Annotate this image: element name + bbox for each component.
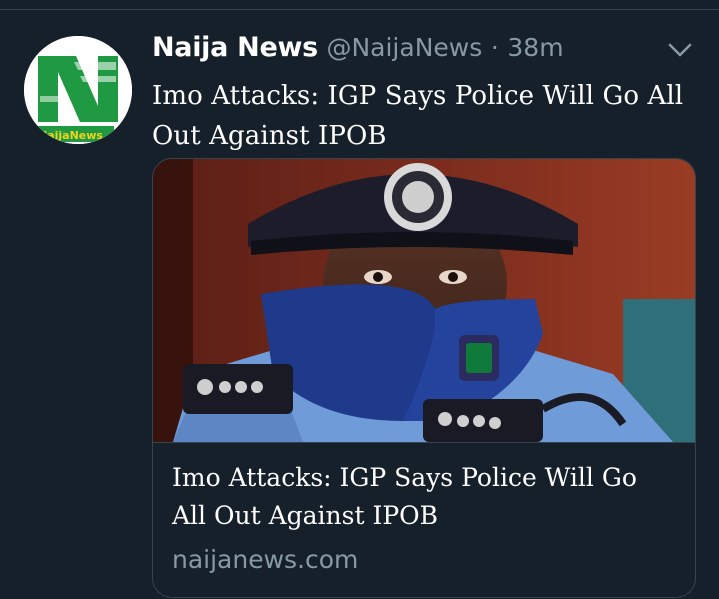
avatar-brand-text: NaijaNews <box>38 129 103 142</box>
card-title[interactable]: Imo Attacks: IGP Says Police Will Go All… <box>172 459 677 535</box>
user-handle[interactable]: @NaijaNews <box>326 33 482 62</box>
avatar[interactable]: NaijaNews <box>24 36 132 144</box>
chevron-down-icon[interactable] <box>664 34 696 66</box>
separator-dot: · <box>490 33 499 62</box>
tweet-header: Naija News @NaijaNews · 38m <box>152 28 672 68</box>
tweet[interactable]: NaijaNews Naija News @NaijaNews · 38m Im… <box>0 10 719 599</box>
card-domain[interactable]: naijanews.com <box>172 542 358 578</box>
naija-news-logo: NaijaNews <box>24 36 132 144</box>
tweet-text: Imo Attacks: IGP Says Police Will Go All… <box>152 81 684 151</box>
top-divider <box>0 0 719 10</box>
card-image[interactable] <box>153 159 695 443</box>
link-card[interactable]: Imo Attacks: IGP Says Police Will Go All… <box>152 158 696 598</box>
display-name[interactable]: Naija News <box>152 32 318 63</box>
tweet-timestamp[interactable]: 38m <box>507 33 563 62</box>
